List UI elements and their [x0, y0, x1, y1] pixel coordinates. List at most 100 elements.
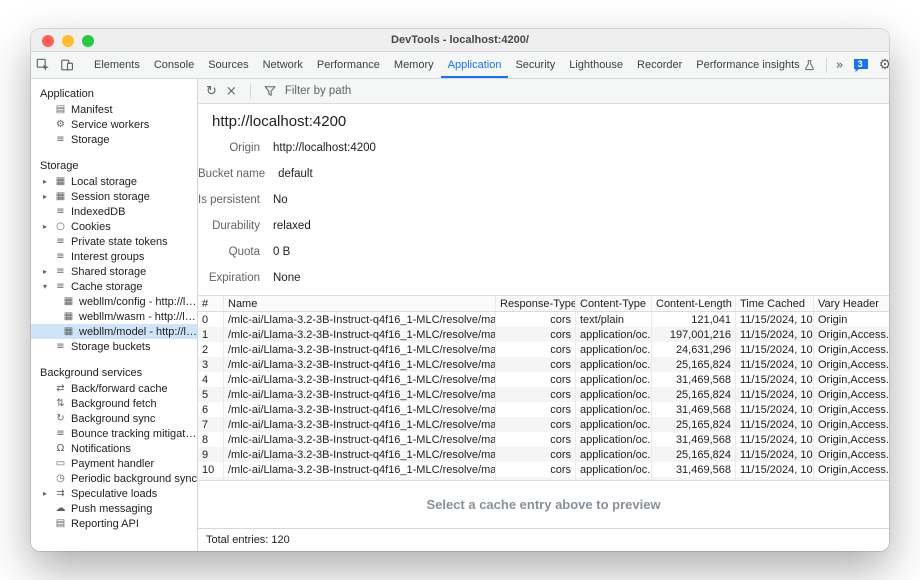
- sidebar-row[interactable]: ▦ webllm/model - http://loc...: [31, 324, 197, 339]
- cache-meta-value: No: [273, 194, 288, 206]
- panel-tab[interactable]: Network: [256, 52, 310, 78]
- inspect-element-icon[interactable]: [31, 52, 55, 78]
- chevron-right-icon[interactable]: ▸: [43, 267, 53, 276]
- devtools-content: Application ▤ Manifest ⚙ Service workers…: [31, 79, 889, 551]
- application-sidebar: Application ▤ Manifest ⚙ Service workers…: [31, 79, 198, 551]
- col-vary-header[interactable]: Vary Header: [814, 296, 889, 311]
- table-row[interactable]: 2 /mlc-ai/Llama-3.2-3B-Instruct-q4f16_1-…: [198, 342, 889, 357]
- sidebar-row[interactable]: ▾ ≡ Cache storage: [31, 279, 197, 294]
- sidebar-row[interactable]: ≡ Interest groups: [31, 249, 197, 264]
- storage-icon: ≡: [53, 134, 68, 145]
- cache-meta-label: Durability: [198, 220, 260, 232]
- panel-tab[interactable]: Sources: [201, 52, 255, 78]
- cell-time-cached: 11/15/2024, 10...: [736, 312, 814, 327]
- payment-handler-icon: ▭: [53, 458, 68, 469]
- table-row[interactable]: 0 /mlc-ai/Llama-3.2-3B-Instruct-q4f16_1-…: [198, 312, 889, 327]
- tab-performance-insights[interactable]: Performance insights: [689, 52, 821, 78]
- sidebar-row[interactable]: ≡ IndexedDB: [31, 204, 197, 219]
- database-icon: ≡: [53, 266, 68, 277]
- chevron-right-icon[interactable]: ▸: [43, 489, 53, 498]
- sidebar-row[interactable]: ≡ Private state tokens: [31, 234, 197, 249]
- col-index[interactable]: #: [198, 296, 224, 311]
- table-icon: ▦: [61, 296, 76, 307]
- panel-tab[interactable]: Memory: [387, 52, 441, 78]
- chevron-right-icon[interactable]: ▸: [43, 177, 53, 186]
- delete-selected-icon[interactable]: ×: [226, 84, 237, 99]
- zoom-button[interactable]: [82, 35, 94, 47]
- panel-tab[interactable]: Console: [147, 52, 201, 78]
- table-row[interactable]: 8 /mlc-ai/Llama-3.2-3B-Instruct-q4f16_1-…: [198, 432, 889, 447]
- sidebar-row[interactable]: ≡ Storage buckets: [31, 339, 197, 354]
- sidebar-row[interactable]: Background services: [31, 364, 197, 381]
- cell-content-length: 197,001,216: [652, 327, 736, 342]
- cell-content-length: 25,165,824: [652, 447, 736, 462]
- cell-response-type: cors: [496, 312, 576, 327]
- sidebar-row[interactable]: ☁ Push messaging: [31, 501, 197, 516]
- cell-time-cached: 11/15/2024, 10...: [736, 327, 814, 342]
- sidebar-row[interactable]: ⚙ Service workers: [31, 117, 197, 132]
- more-panels-icon[interactable]: »: [831, 52, 849, 78]
- table-row[interactable]: 6 /mlc-ai/Llama-3.2-3B-Instruct-q4f16_1-…: [198, 402, 889, 417]
- panel-tab[interactable]: Performance: [310, 52, 387, 78]
- sidebar-row[interactable]: ◷ Periodic background sync: [31, 471, 197, 486]
- sidebar-row[interactable]: ⇄ Back/forward cache: [31, 381, 197, 396]
- minimize-button[interactable]: [62, 35, 74, 47]
- chevron-down-icon[interactable]: ▾: [43, 282, 53, 291]
- sidebar-row[interactable]: ▸ ○ Cookies: [31, 219, 197, 234]
- panel-tab[interactable]: Application: [441, 52, 509, 78]
- col-time-cached[interactable]: Time Cached: [736, 296, 814, 311]
- table-row[interactable]: 1 /mlc-ai/Llama-3.2-3B-Instruct-q4f16_1-…: [198, 327, 889, 342]
- cell-index: 8: [198, 432, 224, 447]
- col-content-type[interactable]: Content-Type: [576, 296, 652, 311]
- sidebar-row[interactable]: ▦ webllm/wasm - http://loca...: [31, 309, 197, 324]
- sidebar-row[interactable]: ▭ Payment handler: [31, 456, 197, 471]
- cache-entries-grid: # Name Response-Type Content-Type Conten…: [198, 295, 889, 481]
- col-response-type[interactable]: Response-Type: [496, 296, 576, 311]
- cell-index: 3: [198, 357, 224, 372]
- sidebar-row[interactable]: ⇅ Background fetch: [31, 396, 197, 411]
- sidebar-row[interactable]: ▸ ⇉ Speculative loads: [31, 486, 197, 501]
- cell-content-type: application/oc...: [576, 327, 652, 342]
- messages-button[interactable]: 3: [853, 58, 870, 73]
- table-row[interactable]: 9 /mlc-ai/Llama-3.2-3B-Instruct-q4f16_1-…: [198, 447, 889, 462]
- table-row[interactable]: 10 /mlc-ai/Llama-3.2-3B-Instruct-q4f16_1…: [198, 462, 889, 477]
- sidebar-row[interactable]: ▤ Manifest: [31, 102, 197, 117]
- sidebar-row[interactable]: ≡ Bounce tracking mitigations: [31, 426, 197, 441]
- panel-tab[interactable]: Elements: [87, 52, 147, 78]
- sidebar-row[interactable]: ▤ Reporting API: [31, 516, 197, 531]
- chevron-right-icon[interactable]: ▸: [43, 192, 53, 201]
- col-name[interactable]: Name: [224, 296, 496, 311]
- cell-time-cached: 11/15/2024, 10...: [736, 372, 814, 387]
- cell-content-type: application/oc...: [576, 447, 652, 462]
- sidebar-row[interactable]: Storage: [31, 157, 197, 174]
- sidebar-item-label: Storage: [71, 134, 110, 146]
- sidebar-row[interactable]: ↻ Background sync: [31, 411, 197, 426]
- table-row[interactable]: 7 /mlc-ai/Llama-3.2-3B-Instruct-q4f16_1-…: [198, 417, 889, 432]
- col-content-length[interactable]: Content-Length: [652, 296, 736, 311]
- total-entries: Total entries: 120: [206, 534, 290, 546]
- sidebar-item-label: Reporting API: [71, 518, 139, 530]
- sidebar-row[interactable]: Application: [31, 85, 197, 102]
- panel-tab[interactable]: Recorder: [630, 52, 689, 78]
- sidebar-row[interactable]: ▸ ▦ Session storage: [31, 189, 197, 204]
- panel-tab[interactable]: Security: [508, 52, 562, 78]
- table-row[interactable]: 5 /mlc-ai/Llama-3.2-3B-Instruct-q4f16_1-…: [198, 387, 889, 402]
- chevron-right-icon[interactable]: ▸: [43, 222, 53, 231]
- panel-tab[interactable]: Lighthouse: [562, 52, 630, 78]
- cache-origin-title: http://localhost:4200: [212, 113, 873, 130]
- table-row[interactable]: 3 /mlc-ai/Llama-3.2-3B-Instruct-q4f16_1-…: [198, 357, 889, 372]
- close-button[interactable]: [42, 35, 54, 47]
- settings-gear-icon[interactable]: ⚙: [874, 52, 889, 78]
- sidebar-row[interactable]: ≡ Storage: [31, 132, 197, 147]
- table-row[interactable]: 4 /mlc-ai/Llama-3.2-3B-Instruct-q4f16_1-…: [198, 372, 889, 387]
- sidebar-row[interactable]: Ω Notifications: [31, 441, 197, 456]
- sidebar-row[interactable]: ▸ ≡ Shared storage: [31, 264, 197, 279]
- cache-meta-label: Is persistent: [198, 194, 260, 206]
- sidebar-row[interactable]: ▦ webllm/config - http://loc...: [31, 294, 197, 309]
- sidebar-item-label: Local storage: [71, 176, 137, 188]
- device-toolbar-icon[interactable]: [55, 52, 79, 78]
- refresh-icon[interactable]: ↻: [206, 84, 217, 99]
- sidebar-row[interactable]: ▸ ▦ Local storage: [31, 174, 197, 189]
- filter-input[interactable]: [285, 85, 505, 97]
- filter-icon: [264, 85, 276, 97]
